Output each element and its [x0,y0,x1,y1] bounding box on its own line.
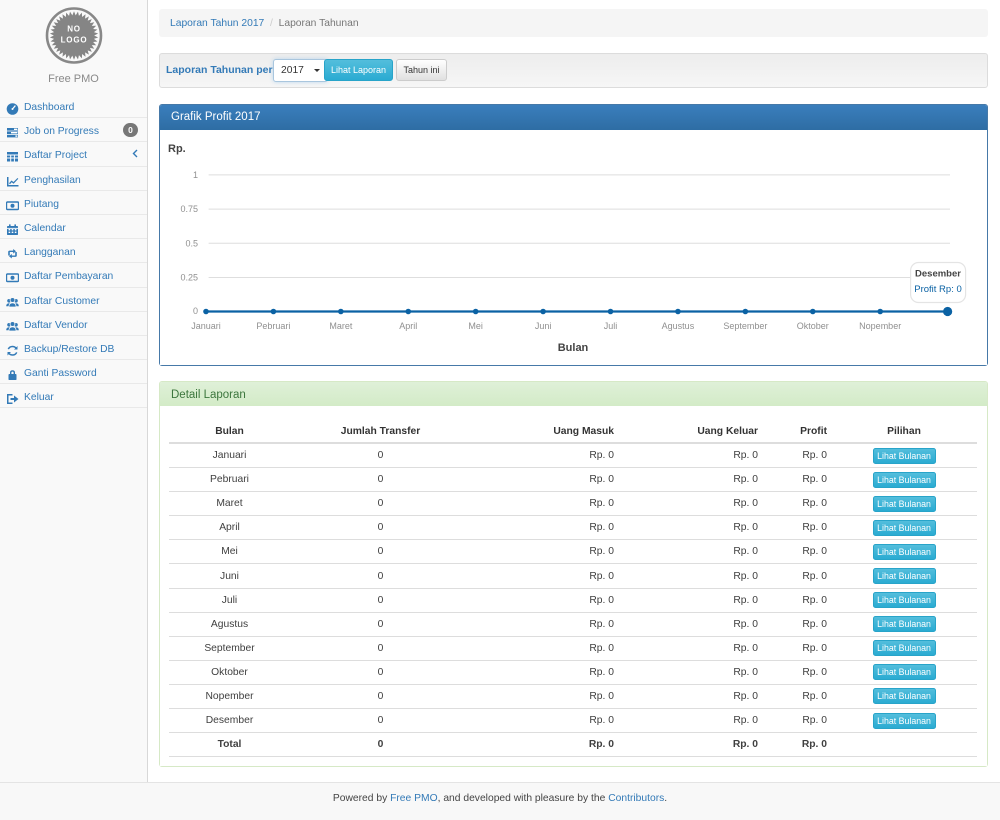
svg-text:1: 1 [193,170,198,180]
svg-text:Desember: Desember [915,269,961,280]
svg-text:September: September [723,321,767,331]
svg-text:LOGO: LOGO [61,36,88,45]
svg-text:Rp.: Rp. [168,143,186,155]
svg-text:Agustus: Agustus [662,321,695,331]
svg-text:Mei: Mei [468,321,483,331]
svg-text:Pebruari: Pebruari [256,321,290,331]
svg-text:Profit Rp: 0: Profit Rp: 0 [914,284,962,295]
svg-text:Januari: Januari [191,321,221,331]
svg-text:0.25: 0.25 [180,273,198,283]
svg-text:Juli: Juli [604,321,618,331]
svg-text:NO: NO [67,25,81,34]
svg-text:Bulan: Bulan [558,342,589,354]
svg-text:Oktober: Oktober [797,321,829,331]
svg-text:April: April [399,321,417,331]
svg-text:0: 0 [193,306,198,316]
svg-text:0.75: 0.75 [180,204,198,214]
svg-text:Juni: Juni [535,321,552,331]
svg-text:Maret: Maret [329,321,353,331]
svg-text:Nopember: Nopember [859,321,901,331]
svg-text:0.5: 0.5 [185,238,198,248]
